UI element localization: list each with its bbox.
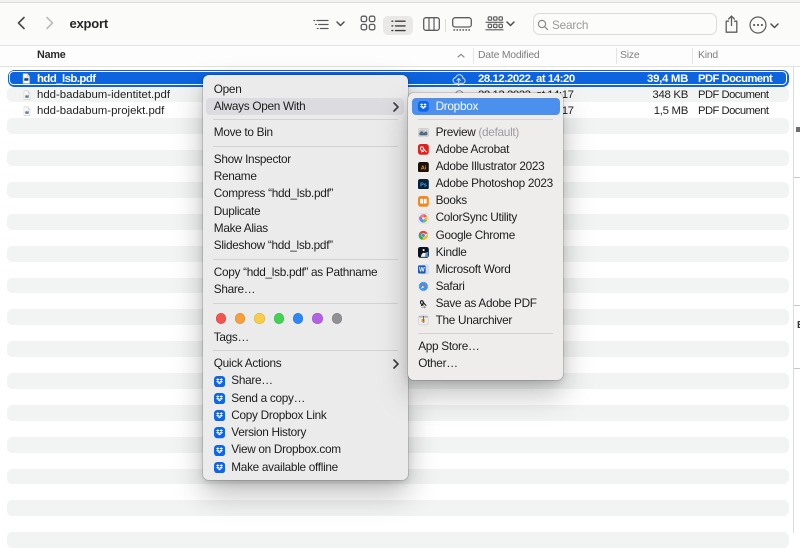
svg-text:W: W [419, 268, 425, 274]
svg-text:Ps: Ps [420, 182, 427, 188]
svg-text:Ai: Ai [421, 165, 427, 171]
